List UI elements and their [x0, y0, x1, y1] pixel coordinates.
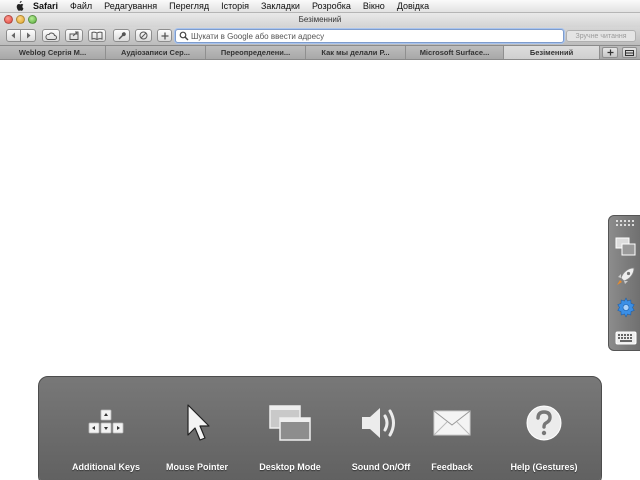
icloud-tabs-button[interactable] — [42, 29, 60, 42]
wrench-icon — [118, 32, 126, 40]
search-icon — [179, 31, 189, 41]
pointer-icon — [187, 404, 210, 441]
plus-icon — [161, 32, 168, 39]
reader-button[interactable]: Зручне читання — [566, 30, 636, 42]
address-bar[interactable] — [175, 29, 564, 43]
help-gestures-label: Help (Gestures) — [510, 462, 578, 472]
menu-develop[interactable]: Розробка — [312, 1, 351, 11]
desktop-mode-button[interactable]: Desktop Mode — [245, 377, 335, 480]
share-icon — [69, 31, 78, 40]
menu-safari[interactable]: Safari — [33, 1, 58, 11]
tab-4[interactable]: Как мы делали Р... — [306, 46, 406, 59]
grid-icon — [625, 49, 634, 56]
mouse-pointer-button[interactable]: Mouse Pointer — [152, 377, 242, 480]
help-icon — [526, 405, 562, 441]
side-toolbar — [608, 215, 640, 351]
new-tab-button[interactable] — [602, 47, 618, 58]
arrow-keys-icon — [88, 409, 124, 434]
menu-history[interactable]: Історія — [221, 1, 249, 11]
menu-view[interactable]: Перегляд — [169, 1, 209, 11]
back-button[interactable] — [6, 29, 21, 42]
back-arrow-icon — [11, 32, 15, 39]
window-title: Безіменний — [298, 15, 342, 24]
tab-2[interactable]: Аудіозаписи Сер... — [106, 46, 206, 59]
title-bar: Безіменний — [0, 13, 640, 27]
extension-button[interactable] — [135, 29, 152, 42]
apple-menu-icon[interactable] — [14, 1, 24, 11]
menu-window[interactable]: Вікно — [363, 1, 385, 11]
tab-overview-button[interactable] — [622, 47, 637, 58]
bottom-control-panel: Additional Keys Mouse Pointer Desktop Mo… — [38, 376, 602, 480]
cloud-icon — [45, 32, 57, 40]
rocket-icon[interactable] — [613, 264, 639, 288]
tab-bar: Weblog Сергія М... Аудіозаписи Сер... Пе… — [0, 45, 640, 60]
forward-button[interactable] — [21, 29, 36, 42]
bookmarks-button[interactable] — [88, 29, 106, 42]
additional-keys-button[interactable]: Additional Keys — [61, 377, 151, 480]
menu-help[interactable]: Довідка — [397, 1, 429, 11]
gear-icon[interactable] — [613, 295, 639, 319]
menu-bookmarks[interactable]: Закладки — [261, 1, 300, 11]
speaker-icon — [362, 408, 395, 438]
settings-button[interactable] — [113, 29, 130, 42]
windows-icon[interactable] — [613, 235, 639, 259]
keyboard-icon[interactable] — [613, 326, 639, 350]
tab-1[interactable]: Weblog Сергія М... — [0, 46, 106, 59]
feedback-button[interactable]: Feedback — [407, 377, 497, 480]
toolbar: Зручне читання — [0, 27, 640, 45]
plus-icon — [607, 49, 613, 56]
menu-file[interactable]: Файл — [70, 1, 92, 11]
address-input[interactable] — [191, 31, 551, 41]
menu-edit[interactable]: Редагування — [104, 1, 157, 11]
desktop-mode-icon — [269, 405, 311, 441]
tab-5[interactable]: Microsoft Surface... — [406, 46, 504, 59]
book-icon — [91, 31, 103, 40]
tab-6[interactable]: Безіменний — [504, 46, 600, 59]
slash-circle-icon — [139, 31, 148, 40]
menu-bar: Safari Файл Редагування Перегляд Історія… — [0, 0, 640, 13]
add-bookmark-button[interactable] — [157, 29, 172, 42]
tab-3[interactable]: Переопределени... — [206, 46, 306, 59]
envelope-icon — [433, 410, 471, 436]
forward-arrow-icon — [26, 32, 30, 39]
share-button[interactable] — [65, 29, 83, 42]
help-gestures-button[interactable]: Help (Gestures) — [499, 377, 589, 480]
grip-icon[interactable] — [613, 216, 639, 230]
